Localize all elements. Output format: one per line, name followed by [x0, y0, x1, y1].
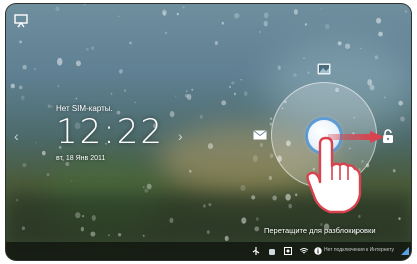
cast-screen-icon[interactable]: [14, 14, 28, 28]
usb-icon: [252, 247, 260, 255]
pointing-hand-icon: [306, 136, 362, 214]
network-status-text: Нет подключения к Интернету: [324, 247, 394, 253]
chevron-left-icon[interactable]: ‹: [14, 128, 19, 144]
wifi-icon: [300, 248, 308, 254]
signal-strength-icon: [401, 247, 409, 255]
unlock-hint: Перетащите для разблокировки: [264, 226, 376, 235]
info-icon: [314, 247, 322, 255]
lock-clock: 12:22: [56, 112, 164, 152]
tablet-screen: Нет SIM-карты. 12:22 вт, 18 Янв 2011 ‹ ›…: [6, 4, 411, 260]
chevron-right-icon[interactable]: ›: [178, 128, 183, 144]
mail-icon[interactable]: [253, 130, 267, 140]
lock-date: вт, 18 Янв 2011: [56, 155, 106, 162]
gallery-icon[interactable]: [317, 63, 331, 75]
android-icon: [269, 249, 275, 255]
image-notification-icon: [284, 247, 292, 255]
